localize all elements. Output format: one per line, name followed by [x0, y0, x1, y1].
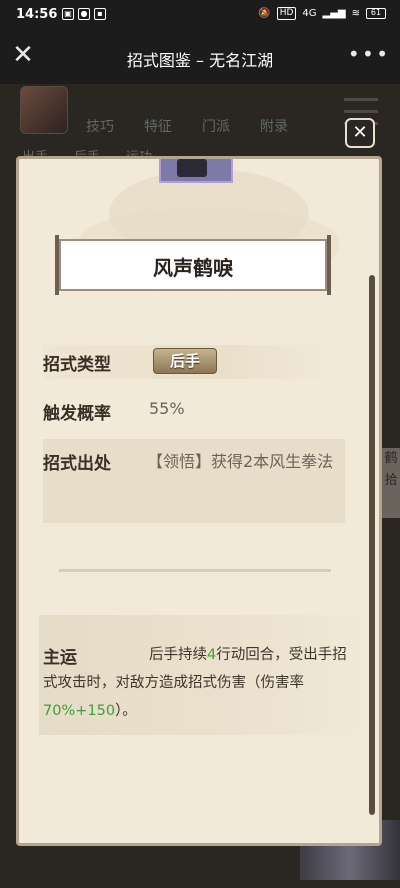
notification-icons: ▣ ● ▪	[62, 8, 106, 20]
source-value: 【领悟】获得2本风生拳法	[147, 452, 334, 471]
effect-number: 4	[207, 647, 217, 663]
popup-close-button[interactable]: ✕	[345, 118, 375, 148]
page-title: 招式图鉴 – 无名江湖	[126, 51, 274, 70]
wifi-icon: ≋	[351, 8, 360, 19]
scrollbar[interactable]	[369, 275, 375, 815]
map-notification-icon: ●	[78, 8, 90, 20]
status-time: 14:56	[16, 7, 58, 22]
divider	[59, 569, 331, 572]
network-label: 4G	[302, 8, 317, 19]
app-notification-icon: ▣	[62, 8, 74, 20]
bg-tab: 技巧	[86, 119, 114, 135]
background-side-text: 鹤 拾	[382, 448, 400, 518]
message-notification-icon: ▪	[94, 8, 106, 20]
type-row: 招式类型 后手	[43, 345, 343, 379]
type-badge: 后手	[153, 348, 217, 374]
bg-tab: 门派	[202, 119, 230, 135]
source-text: 【领悟】获得2本风生拳法	[43, 445, 343, 479]
effect-text-part: 后手持续	[149, 647, 207, 663]
type-label: 招式类型	[43, 355, 111, 375]
bg-tab: 附录	[260, 119, 288, 135]
skill-title-box: 风声鹤唳	[59, 239, 327, 291]
bg-tab: 特征	[144, 119, 172, 135]
status-bar: 14:56 ▣ ● ▪ 🔕 HD 4G ▂▄▆ ≋ 61	[0, 0, 400, 30]
skill-name: 风声鹤唳	[153, 256, 233, 280]
battery-icon: 61	[366, 8, 386, 19]
character-avatar	[20, 86, 68, 134]
rate-row: 触发概率 55%	[43, 397, 343, 427]
nav-bar: ✕ 招式图鉴 – 无名江湖 • • •	[0, 30, 400, 84]
skill-figure	[177, 159, 207, 177]
rate-label: 触发概率	[43, 404, 111, 424]
signal-icon: ▂▄▆	[322, 8, 346, 19]
effect-number: 70%+150	[43, 703, 116, 719]
rate-value: 55%	[149, 399, 185, 418]
effect-text-part: ）。	[115, 703, 137, 719]
mute-icon: 🔕	[258, 8, 271, 19]
skill-image	[159, 159, 233, 183]
source-row: 招式出处 【领悟】获得2本风生拳法	[43, 439, 345, 523]
hd-badge: HD	[276, 7, 297, 20]
more-dots-icon[interactable]: • • •	[348, 44, 388, 64]
effect-description: 后手持续4行动回合，受出手招式攻击时，对敌方造成招式伤害（伤害率70%+150）…	[43, 641, 347, 725]
skill-detail-card: 风声鹤唳 招式类型 后手 触发概率 55% 招式出处 【领悟】获得2本风生拳法 …	[16, 156, 382, 846]
background-tabs: 技巧 特征 门派 附录	[86, 116, 288, 136]
status-right: 🔕 HD 4G ▂▄▆ ≋ 61	[258, 7, 386, 20]
